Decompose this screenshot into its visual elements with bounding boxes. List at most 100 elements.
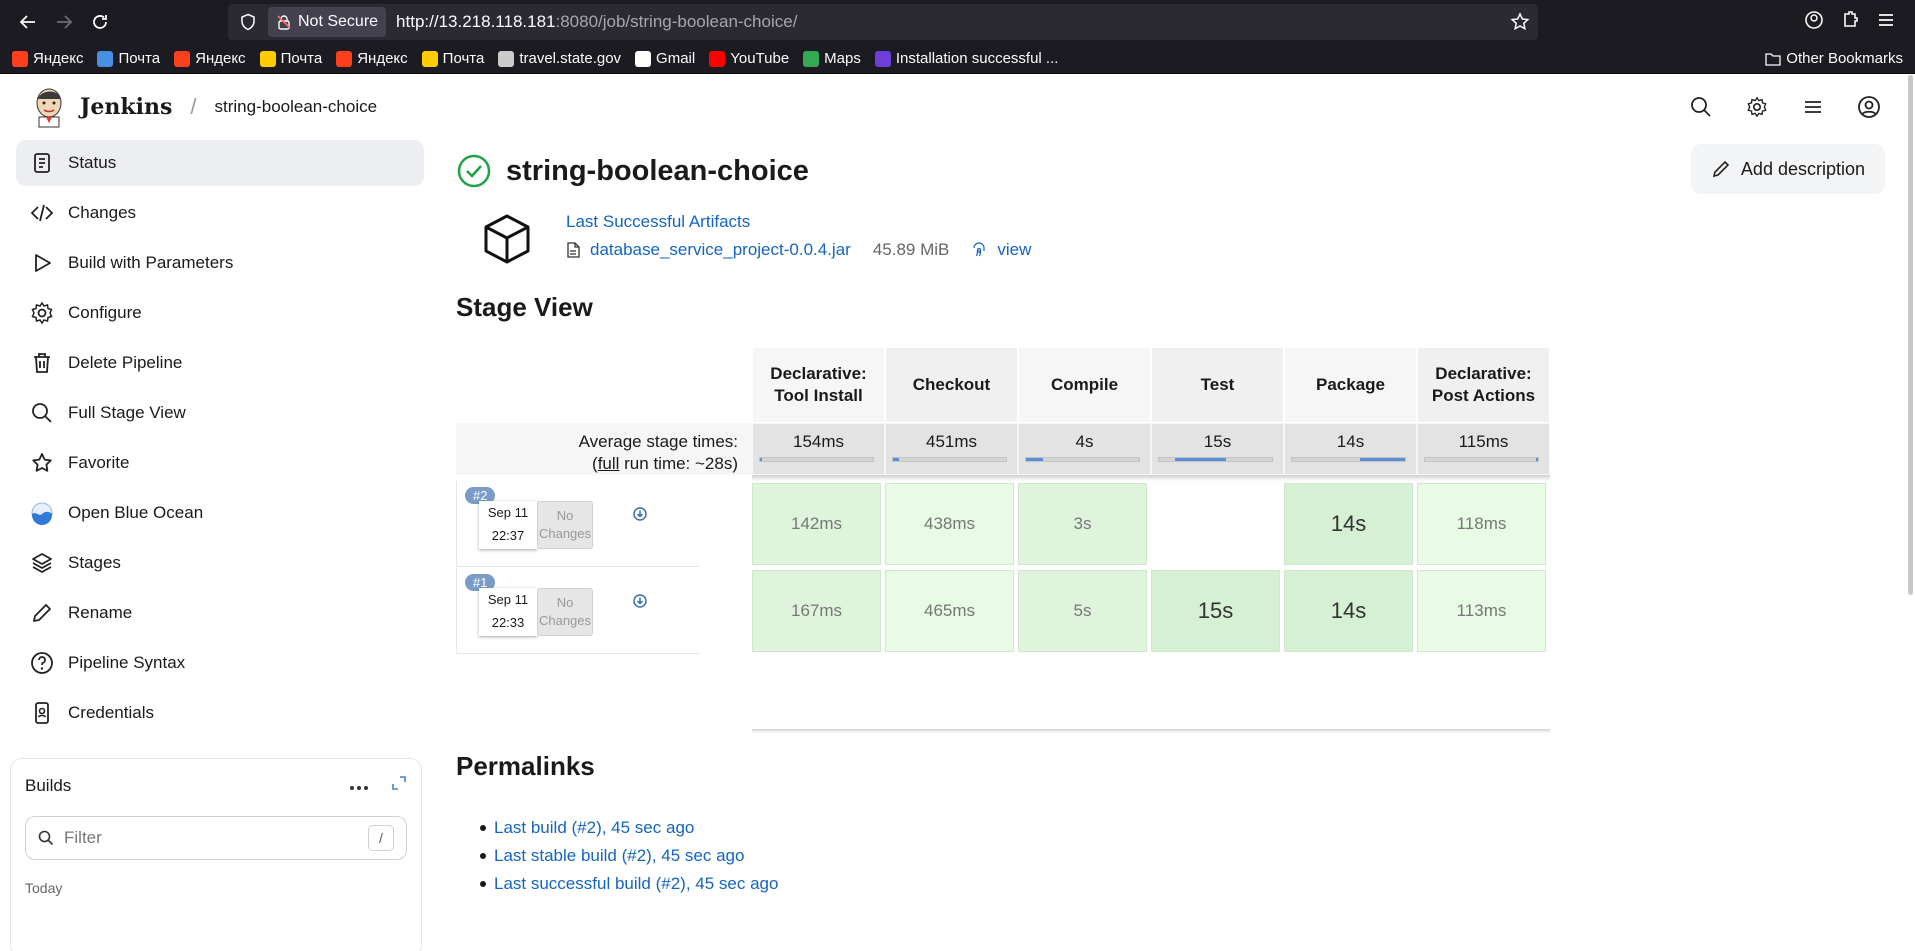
artifact-file-link[interactable]: database_service_project-0.0.4.jar: [590, 240, 851, 260]
stage-cell[interactable]: 113ms: [1415, 568, 1548, 654]
side-panel-tasks: Status Changes Build with Parameters Config…: [16, 140, 424, 736]
url-text[interactable]: http://13.218.118.181:8080/job/string-bo…: [396, 12, 797, 32]
builds-filter-input[interactable]: Filter /: [25, 816, 407, 860]
bookmark-item[interactable]: Installation successful ...: [874, 50, 1059, 67]
sidebar-item-credentials[interactable]: Credentials: [16, 690, 424, 736]
stage-header: Declarative: Tool Install: [752, 347, 885, 423]
stage-header: Test: [1151, 347, 1284, 423]
full-run-time-link[interactable]: full: [598, 454, 620, 473]
no-changes-line2: Changes: [538, 526, 592, 541]
expand-icon[interactable]: [391, 775, 407, 796]
file-icon: [567, 242, 580, 258]
sidebar-item-changes[interactable]: Changes: [16, 190, 424, 236]
play-icon: [35, 254, 51, 272]
bookmark-item[interactable]: Почта: [421, 50, 485, 67]
sidebar-item-full-stage-view[interactable]: Full Stage View: [16, 390, 424, 436]
yandex-mail-icon: [259, 50, 276, 67]
stage-cell[interactable]: 167ms: [750, 568, 883, 654]
bookmark-label: Почта: [118, 50, 161, 67]
menu-icon[interactable]: [1875, 9, 1897, 36]
bookmark-item[interactable]: Maps: [803, 50, 861, 67]
scrollbar-thumb[interactable]: [1908, 75, 1913, 595]
sidebar-item-label: Pipeline Syntax: [68, 653, 186, 672]
stage-cell[interactable]: 3s: [1016, 481, 1149, 567]
bookmark-label: Installation successful ...: [895, 50, 1059, 67]
sidebar-item-open-blue-ocean[interactable]: Open Blue Ocean: [16, 490, 424, 536]
permalink-item[interactable]: Last successful build (#2), 45 sec ago: [480, 870, 1915, 898]
stage-cell[interactable]: 15s: [1149, 568, 1282, 654]
no-changes-badge[interactable]: No Changes: [537, 588, 593, 636]
bookmark-item[interactable]: YouTube: [709, 50, 789, 67]
artifact-size: 45.89 MiB: [872, 240, 950, 259]
sidebar-item-stages[interactable]: Stages: [16, 540, 424, 586]
sidebar-item-label: Configure: [68, 303, 142, 322]
stage-header: Package: [1284, 347, 1417, 423]
sidebar-item-favorite[interactable]: Favorite: [16, 440, 424, 486]
settings-gear-icon[interactable]: [1743, 93, 1771, 121]
extensions-icon[interactable]: [1839, 9, 1861, 36]
no-changes-badge[interactable]: No Changes: [537, 501, 593, 549]
breadcrumb-job[interactable]: string-boolean-choice: [215, 97, 378, 117]
forward-arrow-icon[interactable]: [46, 4, 82, 40]
stage-cell[interactable]: 5s: [1016, 568, 1149, 654]
url-host: http://13.218.118.181: [396, 12, 556, 31]
stage-header: Compile: [1018, 347, 1151, 423]
sidebar-item-configure[interactable]: Configure: [16, 290, 424, 336]
bookmark-item[interactable]: travel.state.gov: [498, 50, 621, 67]
stage-cell[interactable]: 438ms: [883, 481, 1016, 567]
bookmark-label: Почта: [442, 50, 485, 67]
stage-cell[interactable]: 14s: [1282, 568, 1415, 654]
artifacts-title-link[interactable]: Last Successful Artifacts: [566, 212, 1031, 232]
sidebar-item-pipeline-syntax[interactable]: Pipeline Syntax: [16, 640, 424, 686]
other-bookmarks[interactable]: Other Bookmarks: [1765, 50, 1903, 67]
back-arrow-icon[interactable]: [10, 4, 46, 40]
bookmark-item[interactable]: Gmail: [635, 50, 695, 67]
stage-cell[interactable]: 142ms: [750, 481, 883, 567]
breadcrumb-separator: /: [190, 93, 197, 119]
not-secure-label: Not Secure: [298, 13, 379, 30]
stage-cell[interactable]: 14s: [1282, 481, 1415, 567]
permalink-item[interactable]: Last build (#2), 45 sec ago: [480, 814, 1915, 842]
bookmark-label: Яндекс: [33, 50, 84, 67]
shield-icon[interactable]: [236, 10, 260, 34]
account-icon[interactable]: [1803, 9, 1825, 36]
fingerprint-view-link[interactable]: view: [997, 240, 1031, 260]
filter-shortcut-key: /: [368, 825, 394, 851]
bookmark-item[interactable]: Яндекс: [336, 50, 408, 67]
bookmark-item[interactable]: Яндекс: [12, 50, 83, 67]
more-options-icon[interactable]: [349, 776, 369, 796]
add-description-button[interactable]: Add description: [1690, 144, 1885, 194]
user-avatar-icon[interactable]: [1855, 93, 1883, 121]
blue-ocean-icon: [31, 502, 53, 525]
sidebar-item-rename[interactable]: Rename: [16, 590, 424, 636]
stage-cell[interactable]: 465ms: [883, 568, 1016, 654]
build-date: Sep 11 22:37: [479, 501, 537, 549]
page-scrollbar[interactable]: [1905, 75, 1915, 951]
reload-icon[interactable]: [82, 4, 118, 40]
search-icon[interactable]: [1687, 93, 1715, 121]
stage-cell[interactable]: 118ms: [1415, 481, 1548, 567]
yandex-mail-icon: [421, 50, 438, 67]
folder-icon: [1765, 52, 1781, 66]
install-icon: [874, 50, 891, 67]
sidebar-item-status[interactable]: Status: [16, 140, 424, 186]
stage-average-value: 15s: [1203, 432, 1232, 451]
permalink-item[interactable]: Last stable build (#2), 45 sec ago: [480, 842, 1915, 870]
stage-average: 4s: [1018, 423, 1151, 475]
code-icon: [30, 204, 54, 222]
download-icon[interactable]: [633, 594, 647, 608]
jenkins-logo-icon[interactable]: [32, 85, 66, 129]
jenkins-brand[interactable]: Jenkins: [80, 94, 172, 120]
sidebar-item-delete-pipeline[interactable]: Delete Pipeline: [16, 340, 424, 386]
hamburger-menu-icon[interactable]: [1799, 93, 1827, 121]
download-icon[interactable]: [633, 507, 647, 521]
bookmark-item[interactable]: Почта: [97, 50, 160, 67]
not-secure-badge[interactable]: Not Secure: [268, 7, 387, 37]
url-bar[interactable]: Not Secure http://13.218.118.181:8080/jo…: [228, 4, 1538, 40]
bookmark-item[interactable]: Почта: [259, 50, 322, 67]
no-changes-line2: Changes: [538, 613, 592, 628]
bookmark-star-icon[interactable]: [1510, 12, 1530, 32]
bookmark-item[interactable]: Яндекс: [174, 50, 246, 67]
sidebar-item-build-with-parameters[interactable]: Build with Parameters: [16, 240, 424, 286]
stage-average-value: 4s: [1075, 432, 1094, 451]
